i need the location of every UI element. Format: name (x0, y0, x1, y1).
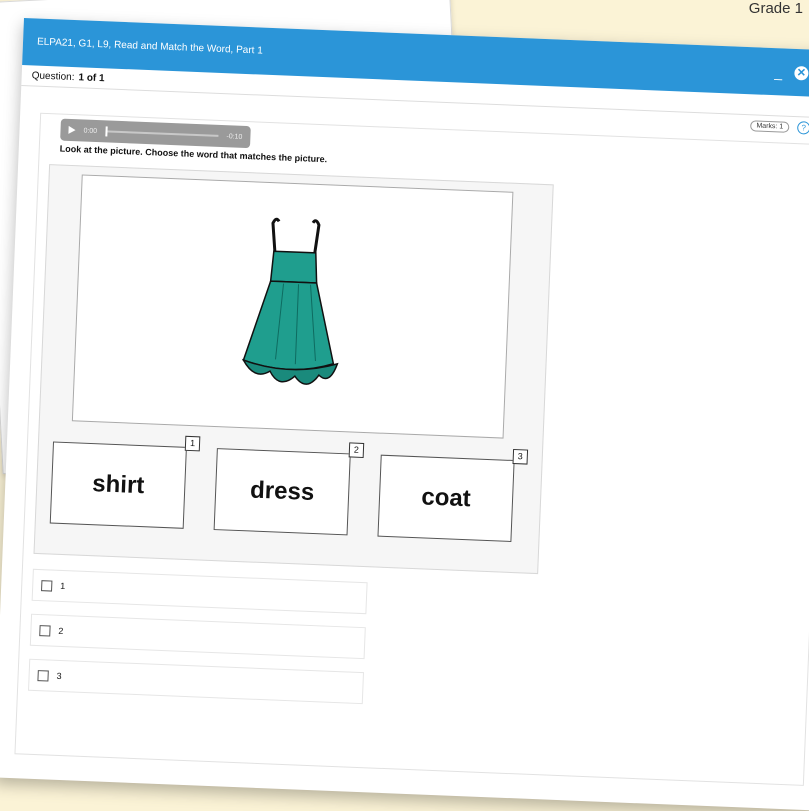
marks-badge[interactable]: Marks: 1 (750, 119, 790, 133)
option-number: 1 (184, 435, 201, 452)
test-window: ELPA21, G1, L9, Read and Match the Word,… (0, 18, 809, 811)
choice-1[interactable]: 1 (31, 568, 368, 615)
window-title: ELPA21, G1, L9, Read and Match the Word,… (36, 36, 263, 57)
question-label: Question: (31, 69, 75, 83)
question-index: 1 of 1 (78, 71, 105, 84)
choice-checkbox[interactable] (39, 624, 51, 637)
question-panel: shirt 1 dress 2 coat 3 (33, 164, 554, 575)
minimize-button[interactable]: _ (774, 64, 782, 80)
choice-label: 1 (60, 580, 66, 592)
choice-2[interactable]: 2 (29, 613, 366, 660)
audio-track[interactable] (104, 126, 219, 137)
choice-checkbox[interactable] (41, 579, 53, 592)
option-card-1: shirt 1 (49, 435, 201, 529)
audio-current-time: 0:00 (83, 126, 98, 135)
close-icon[interactable]: ✕ (794, 65, 809, 81)
option-number: 2 (348, 442, 365, 458)
audio-remaining-time: -0:10 (226, 132, 243, 141)
dress-icon (241, 217, 339, 385)
choice-3[interactable]: 3 (28, 658, 365, 705)
choice-checkbox[interactable] (37, 669, 49, 682)
choice-label: 3 (56, 670, 62, 682)
question-content: 0:00 -0:10 Look at the picture. Choose t… (14, 112, 809, 786)
audio-scrubber[interactable] (104, 126, 108, 137)
choice-label: 2 (58, 625, 64, 637)
play-icon[interactable] (68, 125, 76, 135)
option-number: 3 (512, 448, 529, 465)
picture-frame (71, 174, 514, 439)
help-icon[interactable]: ? (796, 120, 809, 135)
option-word: coat (420, 483, 472, 513)
option-card-3: coat 3 (377, 448, 529, 542)
option-word: shirt (91, 470, 145, 500)
grade-label: Grade 1 (748, 0, 803, 17)
option-word: dress (249, 476, 315, 507)
question-prompt: Look at the picture. Choose the word tha… (59, 143, 328, 165)
option-card-2: dress 2 (213, 442, 365, 536)
